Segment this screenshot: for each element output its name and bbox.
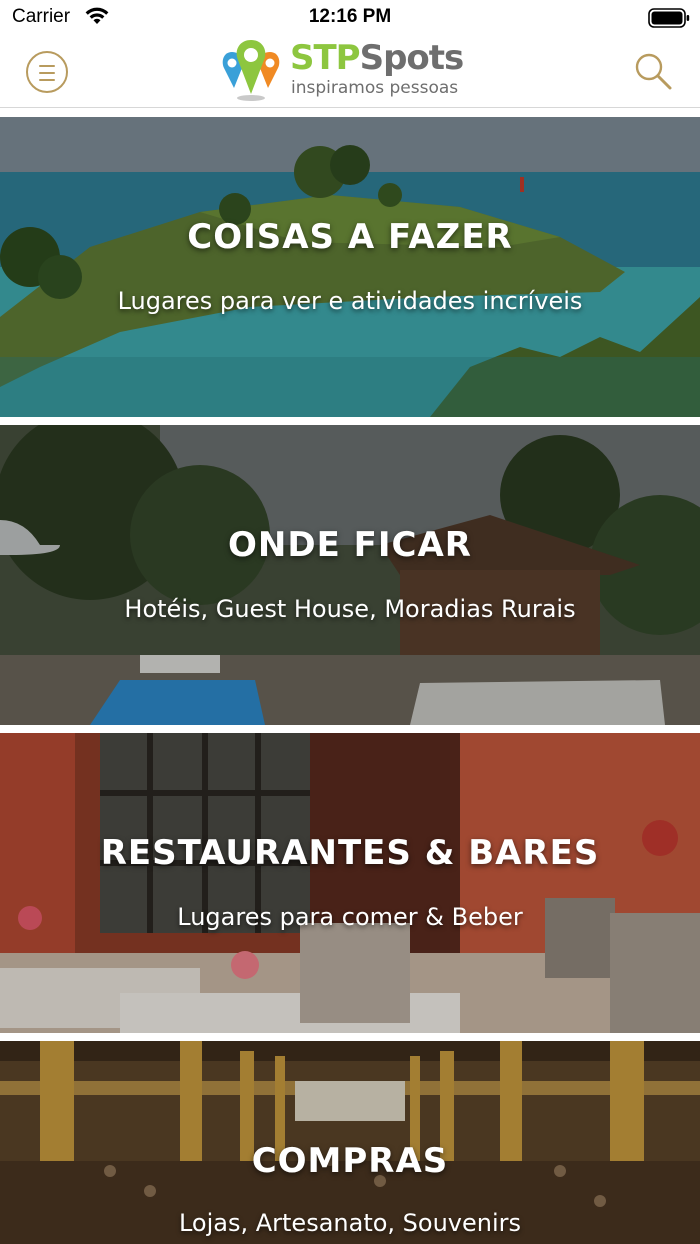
category-subtitle: Hotéis, Guest House, Moradias Rurais xyxy=(124,595,576,623)
logo-brand-spots: Spots xyxy=(359,38,465,78)
category-card-restaurants-bars[interactable]: RESTAURANTES & BARES Lugares para comer … xyxy=(0,733,700,1033)
card-overlay xyxy=(0,117,700,417)
category-title: ONDE FICAR xyxy=(228,525,472,565)
search-icon[interactable] xyxy=(632,50,674,92)
map-pins-icon xyxy=(222,40,280,101)
clock-label: 12:16 PM xyxy=(308,6,392,27)
menu-line-icon xyxy=(39,65,55,67)
category-subtitle: Lugares para comer & Beber xyxy=(177,903,523,931)
card-overlay xyxy=(0,425,700,725)
category-subtitle: Lugares para ver e atividades incríveis xyxy=(117,287,583,315)
category-title: RESTAURANTES & BARES xyxy=(100,833,600,873)
logo-brand-stp: STP xyxy=(290,38,361,78)
category-title: COMPRAS xyxy=(251,1141,449,1181)
menu-line-icon xyxy=(39,72,55,74)
category-card-things-to-do[interactable]: COISAS A FAZER Lugares para ver e ativid… xyxy=(0,117,700,417)
logo-brand: STPSpots xyxy=(290,36,465,80)
battery-icon xyxy=(648,8,690,28)
category-title: COISAS A FAZER xyxy=(187,217,513,257)
category-card-shopping[interactable]: COMPRAS Lojas, Artesanato, Souvenirs xyxy=(0,1041,700,1244)
category-subtitle: Lojas, Artesanato, Souvenirs xyxy=(178,1209,522,1237)
app-logo: STPSpots inspiramos pessoas xyxy=(220,36,465,104)
menu-line-icon xyxy=(39,79,55,81)
menu-button[interactable] xyxy=(26,51,68,93)
app-header: STPSpots inspiramos pessoas xyxy=(0,36,700,108)
logo-tagline: inspiramos pessoas xyxy=(291,78,459,98)
card-overlay xyxy=(0,733,700,1033)
status-bar: Carrier 12:16 PM xyxy=(0,0,700,36)
category-card-where-to-stay[interactable]: ONDE FICAR Hotéis, Guest House, Moradias… xyxy=(0,425,700,725)
